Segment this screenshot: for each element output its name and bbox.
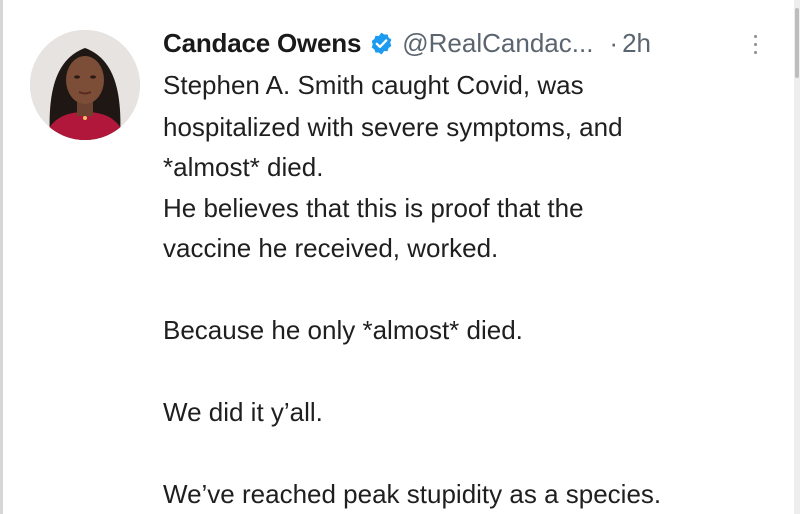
tweet-line: *almost* died. [163, 152, 324, 182]
timestamp[interactable]: 2h [622, 28, 651, 59]
author-handle[interactable]: @RealCandac... [402, 28, 593, 59]
tweet-line: We’ve reached peak stupidity as a specie… [163, 479, 662, 509]
tweet-line: Because he only *almost* died. [163, 315, 523, 345]
scrollbar-thumb[interactable] [795, 8, 799, 78]
author-name[interactable]: Candace Owens [163, 28, 361, 59]
tweet-line: hospitalized with severe symptoms, and [163, 112, 623, 142]
tweet-header: Candace Owens @RealCandac... · 2h [163, 26, 783, 60]
verified-badge-icon [369, 31, 394, 56]
tweet-line: vaccine he received, worked. [163, 233, 499, 263]
tweet-screenshot: Candace Owens @RealCandac... · 2h Stephe… [0, 0, 800, 514]
scrollbar[interactable] [794, 0, 800, 514]
tweet-line: Stephen A. Smith caught Covid, was [163, 70, 584, 100]
separator-dot: · [609, 27, 619, 58]
tweet-line: We did it y’all. [163, 397, 323, 427]
avatar[interactable] [30, 30, 140, 140]
avatar-image [30, 30, 140, 140]
tweet-line: He believes that this is proof that the [163, 193, 584, 223]
left-border [0, 0, 3, 514]
more-options-icon[interactable] [748, 28, 762, 60]
